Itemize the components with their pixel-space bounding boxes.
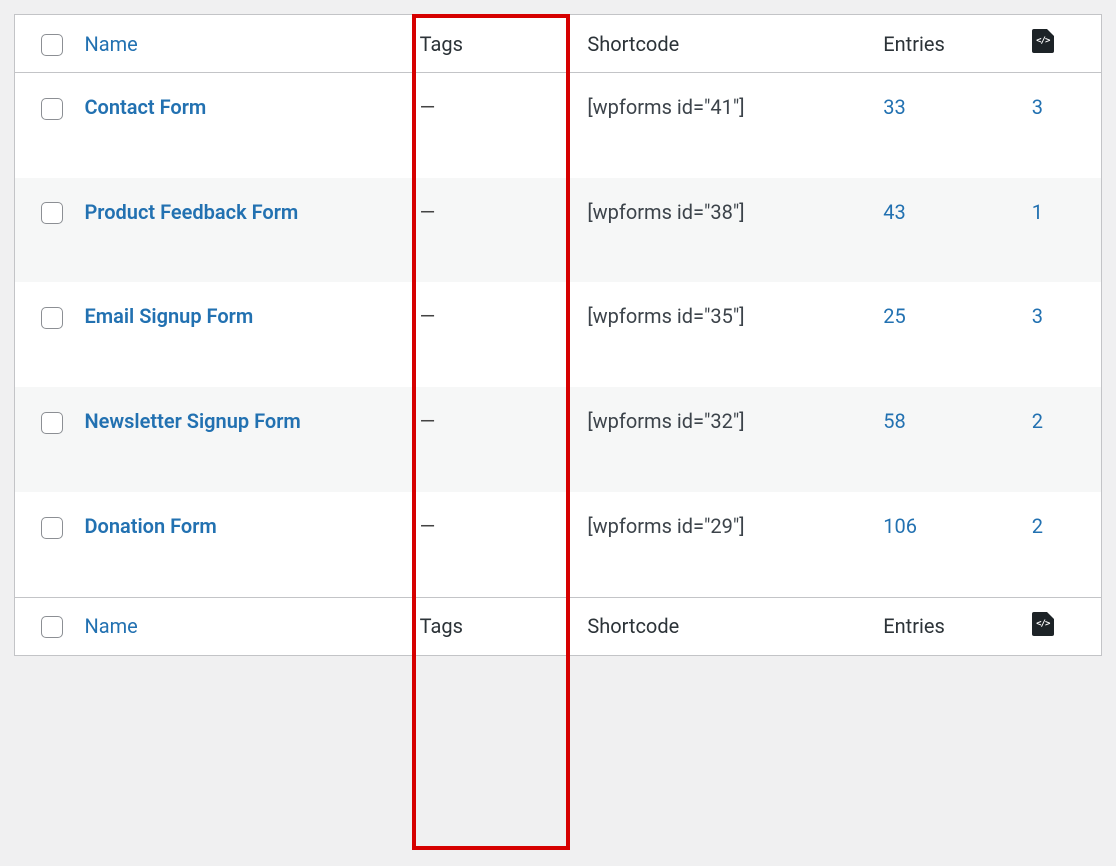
- form-tags: —: [420, 95, 436, 119]
- form-locations-link[interactable]: 3: [1032, 304, 1043, 328]
- form-shortcode: [wpforms id="35"]: [587, 304, 744, 328]
- col-footer-shortcode: Shortcode: [587, 614, 679, 638]
- table-row: Newsletter Signup Form — [wpforms id="32…: [15, 387, 1102, 492]
- row-checkbox[interactable]: [41, 307, 63, 329]
- table-header-row: Name Tags Shortcode Entries: [15, 15, 1102, 73]
- form-name-link[interactable]: Email Signup Form: [84, 304, 253, 328]
- col-header-tags: Tags: [420, 32, 463, 56]
- table-row: Contact Form — [wpforms id="41"] 33 3: [15, 73, 1102, 178]
- col-header-entries: Entries: [883, 32, 945, 56]
- form-locations-link[interactable]: 2: [1032, 409, 1043, 433]
- forms-table: Name Tags Shortcode Entries Contact Form…: [14, 14, 1102, 656]
- form-shortcode: [wpforms id="38"]: [587, 200, 744, 224]
- forms-table-wrap: Name Tags Shortcode Entries Contact Form…: [14, 14, 1102, 656]
- form-tags: —: [420, 409, 436, 433]
- form-name-link[interactable]: Donation Form: [84, 514, 216, 538]
- form-tags: —: [420, 200, 436, 224]
- select-all-bottom[interactable]: [41, 616, 63, 638]
- form-entries-link[interactable]: 43: [883, 200, 905, 224]
- form-name-link[interactable]: Newsletter Signup Form: [84, 409, 300, 433]
- form-entries-link[interactable]: 58: [883, 409, 905, 433]
- locations-icon: [1032, 29, 1054, 53]
- form-locations-link[interactable]: 1: [1032, 200, 1043, 224]
- locations-icon: [1032, 612, 1054, 636]
- form-entries-link[interactable]: 106: [883, 514, 917, 538]
- form-name-link[interactable]: Contact Form: [84, 95, 206, 119]
- col-header-shortcode: Shortcode: [587, 32, 679, 56]
- select-all-top[interactable]: [41, 34, 63, 56]
- row-checkbox[interactable]: [41, 412, 63, 434]
- col-header-name[interactable]: Name: [84, 32, 137, 56]
- row-checkbox[interactable]: [41, 98, 63, 120]
- row-checkbox[interactable]: [41, 517, 63, 539]
- form-name-link[interactable]: Product Feedback Form: [84, 200, 298, 224]
- form-shortcode: [wpforms id="41"]: [587, 95, 744, 119]
- col-footer-entries: Entries: [883, 614, 945, 638]
- table-row: Donation Form — [wpforms id="29"] 106 2: [15, 492, 1102, 597]
- table-row: Product Feedback Form — [wpforms id="38"…: [15, 178, 1102, 283]
- form-entries-link[interactable]: 33: [883, 95, 905, 119]
- form-locations-link[interactable]: 2: [1032, 514, 1043, 538]
- row-checkbox[interactable]: [41, 202, 63, 224]
- form-shortcode: [wpforms id="32"]: [587, 409, 744, 433]
- form-entries-link[interactable]: 25: [883, 304, 905, 328]
- form-shortcode: [wpforms id="29"]: [587, 514, 744, 538]
- form-tags: —: [420, 304, 436, 328]
- col-footer-name[interactable]: Name: [84, 614, 137, 638]
- form-locations-link[interactable]: 3: [1032, 95, 1043, 119]
- table-footer-row: Name Tags Shortcode Entries: [15, 597, 1102, 655]
- col-footer-tags: Tags: [420, 614, 463, 638]
- table-row: Email Signup Form — [wpforms id="35"] 25…: [15, 282, 1102, 387]
- form-tags: —: [420, 514, 436, 538]
